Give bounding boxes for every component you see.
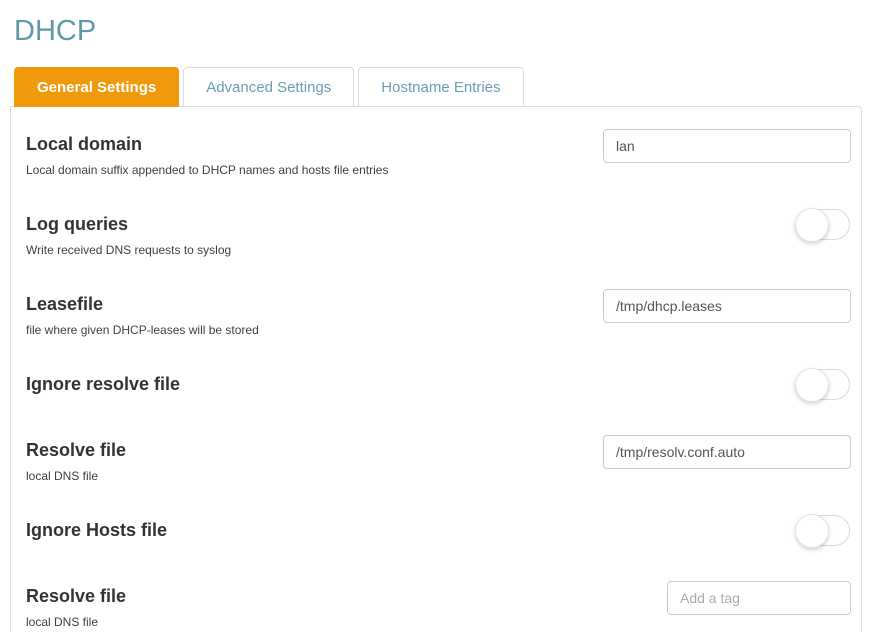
- tab-general-settings[interactable]: General Settings: [14, 67, 180, 107]
- general-settings-panel: Local domain Local domain suffix appende…: [10, 106, 862, 632]
- field-label: Log queries: [26, 214, 129, 234]
- field-text-block: Resolve file local DNS file: [26, 440, 603, 484]
- form-row-ignore-resolve-file: Ignore resolve file: [26, 368, 851, 402]
- field-text-block: Resolve file local DNS file: [26, 586, 603, 630]
- field-label: Ignore Hosts file: [26, 520, 168, 540]
- settings-tab-bar: General Settings Advanced Settings Hostn…: [14, 67, 878, 107]
- toggle-knob-icon: [795, 208, 829, 242]
- field-control: [603, 368, 851, 402]
- log-queries-toggle[interactable]: [795, 208, 850, 242]
- field-description: Local domain suffix appended to DHCP nam…: [26, 163, 389, 177]
- field-label: Ignore resolve file: [26, 374, 181, 394]
- tab-advanced-settings[interactable]: Advanced Settings: [183, 67, 355, 107]
- field-control: [603, 581, 851, 615]
- form-row-resolve-file-tag: Resolve file local DNS file: [26, 581, 851, 630]
- form-row-local-domain: Local domain Local domain suffix appende…: [26, 129, 851, 178]
- field-description: Write received DNS requests to syslog: [26, 243, 232, 257]
- settings-form: Local domain Local domain suffix appende…: [26, 129, 851, 630]
- form-row-leasefile: Leasefile file where given DHCP-leases w…: [26, 289, 851, 338]
- leasefile-input[interactable]: [603, 289, 851, 323]
- toggle-knob-icon: [795, 514, 829, 548]
- toggle-knob-icon: [795, 368, 829, 402]
- field-label: Resolve file: [26, 440, 127, 460]
- field-control: [603, 129, 851, 163]
- tab-hostname-entries[interactable]: Hostname Entries: [358, 67, 524, 107]
- field-text-block: Local domain Local domain suffix appende…: [26, 134, 603, 178]
- field-control: [603, 514, 851, 548]
- page-title: DHCP: [14, 15, 97, 47]
- field-text-block: Leasefile file where given DHCP-leases w…: [26, 294, 603, 338]
- resolve-file-tag-input[interactable]: [667, 581, 851, 615]
- field-description: local DNS file: [26, 469, 99, 483]
- ignore-resolve-file-toggle[interactable]: [795, 368, 850, 402]
- field-control: [603, 208, 851, 242]
- ignore-hosts-file-toggle[interactable]: [795, 514, 850, 548]
- form-row-resolve-file: Resolve file local DNS file: [26, 435, 851, 484]
- field-description: file where given DHCP-leases will be sto…: [26, 323, 259, 337]
- field-label: Leasefile: [26, 294, 104, 314]
- dhcp-settings-page: DHCP General Settings Advanced Settings …: [0, 0, 878, 632]
- field-label: Resolve file: [26, 586, 127, 606]
- field-text-block: Ignore resolve file: [26, 374, 603, 395]
- resolve-file-input[interactable]: [603, 435, 851, 469]
- field-text-block: Log queries Write received DNS requests …: [26, 214, 603, 258]
- field-control: [603, 435, 851, 469]
- form-row-ignore-hosts-file: Ignore Hosts file: [26, 514, 851, 548]
- form-row-log-queries: Log queries Write received DNS requests …: [26, 208, 851, 258]
- field-description: local DNS file: [26, 615, 99, 629]
- local-domain-input[interactable]: [603, 129, 851, 163]
- field-text-block: Ignore Hosts file: [26, 520, 603, 541]
- field-label: Local domain: [26, 134, 143, 154]
- field-control: [603, 289, 851, 323]
